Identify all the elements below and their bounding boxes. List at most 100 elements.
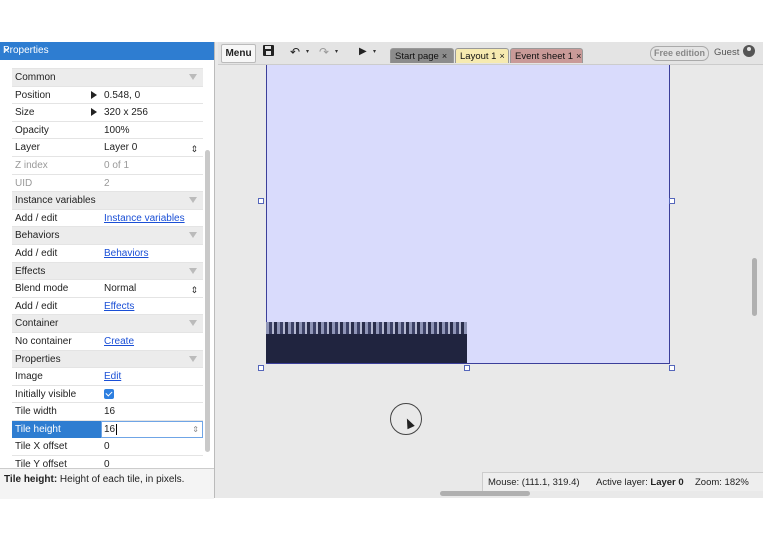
property-row-layer[interactable]: Layer Layer 0 ⇕ [12,139,203,157]
category-properties[interactable]: Properties [12,350,203,369]
resize-handle[interactable] [258,198,264,204]
collapse-icon[interactable] [189,74,197,80]
properties-panel: Properties × Common Position 0.548, 0 Si… [0,42,215,499]
category-container[interactable]: Container [12,315,203,333]
category-label: Effects [15,265,46,277]
property-row-blend-mode[interactable]: Blend mode Normal ⇕ [12,280,203,298]
collapse-icon[interactable] [189,232,197,239]
collapse-icon[interactable] [189,355,197,362]
canvas-vertical-scrollbar[interactable] [752,258,757,316]
property-row-container: No container Create [12,333,203,351]
redo-dropdown-icon[interactable]: ▾ [335,48,338,55]
select-arrows-icon[interactable]: ⇕ [190,285,198,294]
play-icon[interactable]: ▶ [359,45,367,59]
resize-handle[interactable] [669,365,675,371]
status-bar: Mouse: (111.1, 319.4) Active layer: Laye… [482,472,763,491]
category-effects[interactable]: Effects [12,262,203,281]
property-value[interactable]: 100% [104,125,200,136]
property-row-tile-width[interactable]: Tile width 16 [12,403,203,421]
select-arrows-icon[interactable]: ⇕ [190,144,198,153]
property-value[interactable]: 320 x 256 [104,107,200,118]
collapse-icon[interactable] [189,267,197,274]
collapse-icon[interactable] [189,320,197,327]
layer-select-value: Layer 0 [104,142,138,154]
undo-icon[interactable]: ↶ [290,45,300,59]
save-icon[interactable] [263,45,274,59]
stepper-icon[interactable]: ⇕ [192,425,199,434]
resize-handle[interactable] [258,365,264,371]
property-label: Position [15,89,51,101]
property-value[interactable]: 0.548, 0 [104,90,200,101]
expand-arrow-icon[interactable] [91,108,97,117]
property-value[interactable]: 0 [104,459,200,468]
property-row-plugin [12,60,203,69]
tab-event-sheet-1[interactable]: Event sheet 1 × [510,48,583,63]
property-row-behaviors: Add / edit Behaviors [12,245,203,263]
tilemap-grass-edge [266,322,467,334]
property-label: Size [15,107,35,119]
property-value[interactable]: 16 [104,406,200,417]
edit-image-link[interactable]: Edit [104,371,200,382]
property-row-tile-x-offset[interactable]: Tile X offset 0 [12,438,203,457]
active-layer-label: Active layer: [596,477,651,488]
property-label: Tile height [12,420,101,438]
resize-handle[interactable] [669,198,675,204]
category-behaviors[interactable]: Behaviors [12,227,203,245]
menu-button[interactable]: Menu [221,44,256,63]
blend-mode-select[interactable]: Normal ⇕ [104,283,200,294]
user-name[interactable]: Guest [714,47,739,58]
property-row-initially-visible[interactable]: Initially visible [12,386,203,404]
main-toolbar: Menu ↶ ▾ ↷ ▾ ▶ ▾ Start page × Layout 1 × E… [218,42,763,65]
property-row-size[interactable]: Size 320 x 256 [12,104,203,122]
mouse-position: Mouse: (111.1, 319.4) [488,477,580,488]
redo-icon[interactable]: ↷ [319,45,329,59]
property-row-opacity[interactable]: Opacity 100% [12,122,203,140]
behaviors-link[interactable]: Behaviors [104,248,200,259]
user-icon[interactable] [743,45,755,57]
property-row-effects: Add / edit Effects [12,298,203,316]
effects-link[interactable]: Effects [104,301,200,312]
property-row-uid: UID 2 [12,175,203,193]
layout-canvas[interactable] [218,65,763,475]
edition-badge[interactable]: Free edition [650,46,710,61]
property-description-text: Tile height: Height of each tile, in pix… [4,474,184,485]
resize-handle[interactable] [464,365,470,371]
layer-select[interactable]: Layer 0 ⇕ [104,142,200,153]
property-label: Opacity [15,124,49,136]
property-value[interactable]: 0 [104,441,200,452]
close-icon[interactable]: × [576,51,581,61]
property-label: Tile width [15,406,57,418]
run-dropdown-icon[interactable]: ▾ [373,48,376,55]
category-common[interactable]: Common [12,69,203,87]
initially-visible-checkbox[interactable] [104,388,114,399]
layout-area[interactable] [266,65,670,364]
property-row-tile-y-offset[interactable]: Tile Y offset 0 [12,456,203,468]
properties-scrollbar[interactable] [205,150,210,452]
tab-start-page[interactable]: Start page × [390,48,454,63]
create-container-link[interactable]: Create [104,336,200,347]
undo-dropdown-icon[interactable]: ▾ [306,48,309,55]
close-icon[interactable]: × [442,51,447,61]
collapse-icon[interactable] [189,197,197,204]
property-row-tile-height[interactable]: Tile height 16 ⇕ [12,420,203,439]
close-icon[interactable]: × [499,51,504,61]
property-value: 0 of 1 [104,159,130,171]
property-label: Add / edit [15,300,58,312]
property-label: UID [15,177,33,189]
property-row-image: Image Edit [12,368,203,386]
property-row-position[interactable]: Position 0.548, 0 [12,87,203,105]
category-label: Common [15,72,56,83]
canvas-horizontal-scrollbar[interactable] [440,491,530,496]
property-label: Blend mode [15,283,69,295]
property-description-body: Height of each tile, in pixels. [57,474,185,485]
instance-variables-link[interactable]: Instance variables [104,213,200,224]
tab-layout-1[interactable]: Layout 1 × [455,48,509,63]
property-label: Layer [15,142,41,154]
expand-arrow-icon[interactable] [91,90,97,99]
property-grid: Common Position 0.548, 0 Size 320 x 256 … [12,60,203,468]
category-instance-variables[interactable]: Instance variables [12,192,203,210]
close-icon[interactable]: × [3,43,209,57]
property-label: No container [15,335,72,347]
properties-title-bar: Properties × [0,42,214,60]
tile-height-input[interactable]: 16 ⇕ [101,420,203,438]
